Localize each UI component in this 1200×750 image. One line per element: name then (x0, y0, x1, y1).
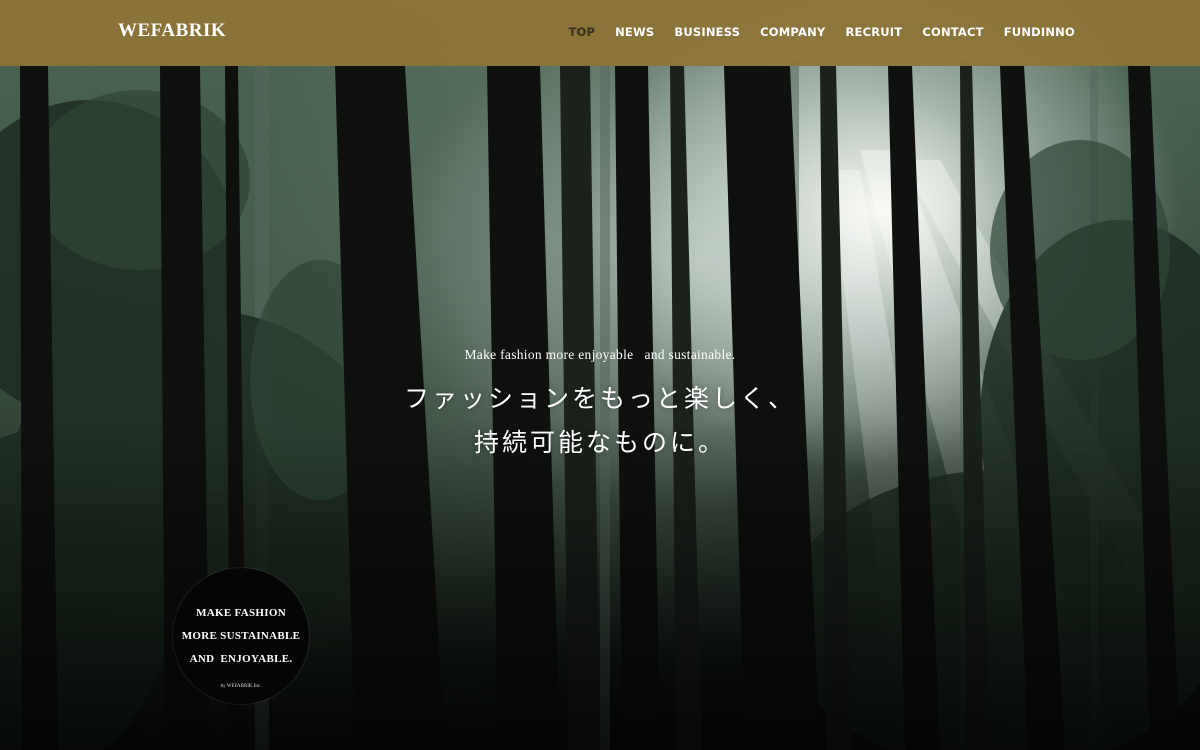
mission-badge: MAKE FASHION MORE SUSTAINABLE AND ENJOYA… (173, 568, 309, 704)
badge-line-2: MORE SUSTAINABLE (181, 630, 301, 642)
main-nav: TOP NEWS BUSINESS COMPANY RECRUIT CONTAC… (568, 25, 1075, 39)
nav-recruit[interactable]: RECRUIT (845, 25, 902, 39)
badge-byline: by WEFABRIK Inc. (220, 684, 262, 689)
nav-company[interactable]: COMPANY (760, 25, 825, 39)
site-header: WEFABRIK TOP NEWS BUSINESS COMPANY RECRU… (0, 0, 1200, 66)
nav-news[interactable]: NEWS (615, 25, 654, 39)
nav-fundinno[interactable]: FUNDINNO (1004, 25, 1075, 39)
nav-top[interactable]: TOP (568, 25, 595, 39)
hero-headline-line2: 持続可能なものに。 (473, 428, 726, 457)
badge-line-3: AND ENJOYABLE. (189, 653, 293, 665)
badge-line-1: MAKE FASHION (196, 607, 286, 619)
nav-contact[interactable]: CONTACT (922, 25, 983, 39)
hero-headline-line1: ファッションをもっと楽しく、 (403, 384, 796, 413)
nav-business[interactable]: BUSINESS (674, 25, 740, 39)
site-logo[interactable]: WEFABRIK (118, 20, 226, 42)
hero-tagline: Make fashion more enjoyable and sustaina… (464, 347, 736, 362)
